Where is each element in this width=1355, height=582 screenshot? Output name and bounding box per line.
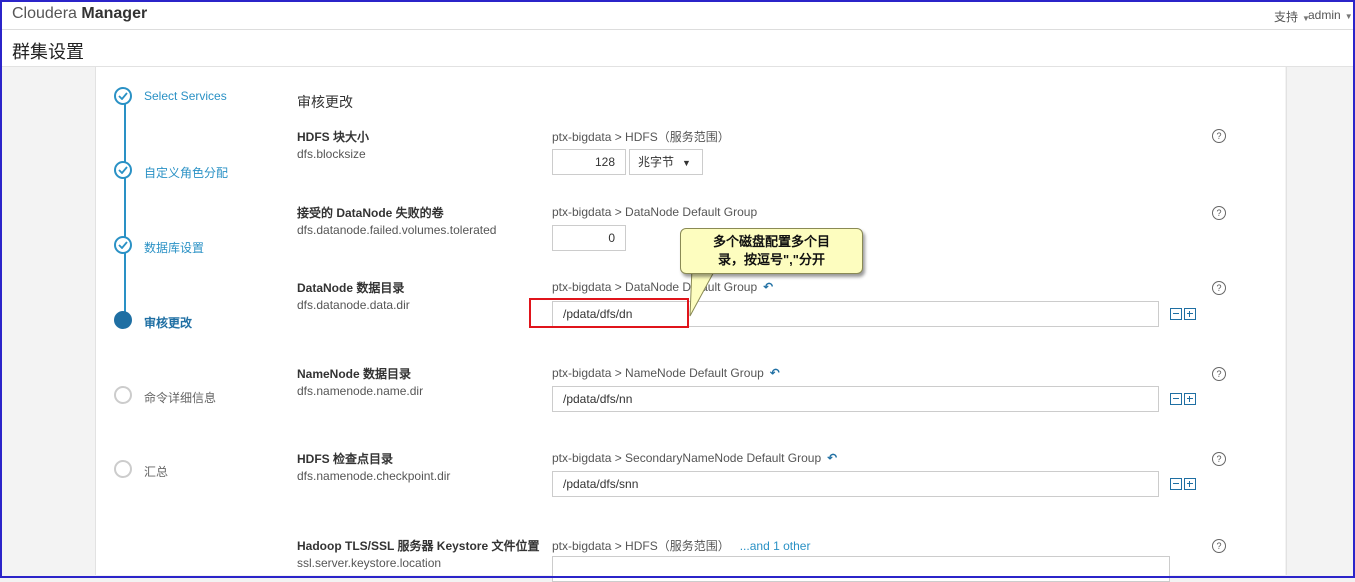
support-menu[interactable]: 支持 ▼	[1274, 8, 1310, 25]
annotation-callout: 多个磁盘配置多个目 录，按逗号","分开	[680, 228, 863, 274]
property-label: HDFS 块大小	[297, 130, 370, 144]
wizard-step-label: 命令详细信息	[144, 391, 217, 405]
remove-row-icon[interactable]	[1170, 393, 1182, 405]
add-row-icon[interactable]	[1184, 478, 1196, 490]
brand-light: Cloudera	[12, 5, 77, 22]
blocksize-input[interactable]: 128	[552, 149, 626, 175]
remove-row-icon[interactable]	[1170, 478, 1182, 490]
section-title: 审核更改	[297, 94, 353, 110]
callout-line: 录，按逗号","分开	[718, 252, 825, 267]
checkpoint-dir-input[interactable]: /pdata/dfs/snn	[552, 471, 1159, 497]
property-scope: ptx-bigdata > HDFS（服务范围）	[552, 130, 730, 144]
chevron-down-icon: ▼	[1344, 12, 1353, 21]
wizard-step-label: 审核更改	[144, 316, 193, 330]
wizard-step-label: Select Services	[144, 89, 227, 103]
property-key: dfs.blocksize	[297, 147, 366, 161]
brand-bold: Manager	[81, 5, 148, 22]
property-scope: ptx-bigdata > HDFS（服务范围） ...and 1 other	[552, 539, 811, 553]
wizard-step-label: 数据库设置	[144, 241, 205, 255]
keystore-location-input[interactable]	[552, 556, 1170, 582]
wizard-progress-line	[124, 96, 126, 320]
property-key: dfs.datanode.data.dir	[297, 298, 410, 312]
property-scope: ptx-bigdata > SecondaryNameNode Default …	[552, 451, 838, 465]
property-label: NameNode 数据目录	[297, 367, 412, 381]
property-scope: ptx-bigdata > DataNode Default Group ↶	[552, 280, 774, 294]
and-others-link[interactable]: ...and 1 other	[740, 539, 811, 553]
help-icon[interactable]: ?	[1212, 452, 1226, 466]
add-row-icon[interactable]	[1184, 308, 1196, 320]
property-key: dfs.datanode.failed.volumes.tolerated	[297, 223, 497, 237]
right-gutter	[1286, 67, 1353, 575]
help-icon[interactable]: ?	[1212, 129, 1226, 143]
property-label: HDFS 检查点目录	[297, 452, 394, 466]
help-icon[interactable]: ?	[1212, 367, 1226, 381]
property-scope: ptx-bigdata > NameNode Default Group ↶	[552, 366, 780, 380]
pending-step-icon	[114, 386, 132, 404]
check-circle-icon	[114, 87, 132, 105]
annotation-highlight-box	[529, 298, 689, 328]
failed-volumes-input[interactable]: 0	[552, 225, 626, 251]
remove-row-icon[interactable]	[1170, 308, 1182, 320]
row-controls	[1170, 393, 1198, 405]
property-label: DataNode 数据目录	[297, 281, 405, 295]
check-circle-icon	[114, 161, 132, 179]
property-scope: ptx-bigdata > DataNode Default Group	[552, 205, 758, 219]
title-bar: 群集设置	[2, 30, 1353, 67]
check-circle-icon	[114, 236, 132, 254]
wizard-step-label: 汇总	[144, 465, 169, 479]
property-key: dfs.namenode.checkpoint.dir	[297, 469, 451, 483]
page-title: 群集设置	[12, 42, 84, 62]
namenode-name-dir-input[interactable]: /pdata/dfs/nn	[552, 386, 1159, 412]
blocksize-unit-select[interactable]: 兆字节 ▼	[629, 149, 703, 175]
wizard-step-label: 自定义角色分配	[144, 166, 229, 180]
support-label: 支持	[1274, 10, 1299, 24]
pending-step-icon	[114, 460, 132, 478]
callout-pointer	[689, 268, 717, 317]
dropdown-arrow-icon: ▼	[682, 158, 691, 168]
top-navbar: Cloudera Manager 支持 ▼ admin ▼	[2, 2, 1353, 30]
help-icon[interactable]: ?	[1212, 539, 1226, 553]
add-row-icon[interactable]	[1184, 393, 1196, 405]
callout-line: 多个磁盘配置多个目	[712, 234, 830, 249]
row-controls	[1170, 308, 1198, 320]
user-menu[interactable]: admin ▼	[1308, 8, 1353, 22]
property-label: Hadoop TLS/SSL 服务器 Keystore 文件位置	[297, 539, 540, 553]
help-icon[interactable]: ?	[1212, 206, 1226, 220]
property-key: ssl.server.keystore.location	[297, 556, 442, 570]
property-key: dfs.namenode.name.dir	[297, 384, 424, 398]
user-label: admin	[1308, 8, 1341, 22]
current-step-icon	[114, 311, 132, 329]
help-icon[interactable]: ?	[1212, 281, 1226, 295]
row-controls	[1170, 478, 1198, 490]
property-label: 接受的 DataNode 失败的卷	[297, 206, 444, 220]
revert-icon[interactable]: ↶	[763, 280, 773, 294]
revert-icon[interactable]: ↶	[827, 451, 837, 465]
revert-icon[interactable]: ↶	[770, 366, 780, 380]
app-logo[interactable]: Cloudera Manager	[12, 5, 147, 23]
